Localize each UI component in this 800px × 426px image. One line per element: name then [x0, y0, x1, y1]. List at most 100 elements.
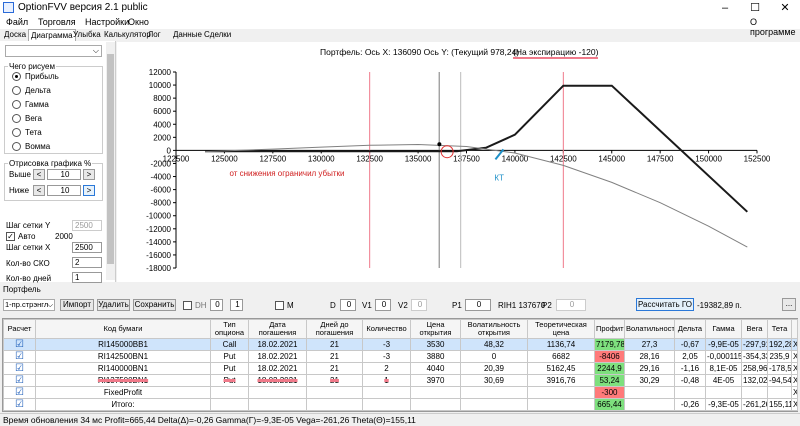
col-type[interactable]: Тип опциона	[210, 319, 249, 339]
col-delta[interactable]: Дельта	[674, 319, 706, 339]
tab-deals[interactable]: Сделки	[202, 29, 233, 41]
grid-x-input[interactable]: 2500	[72, 242, 102, 253]
left-panel-scrollbar[interactable]	[106, 42, 115, 280]
remove-row-button[interactable]: X	[791, 350, 798, 363]
calc-checkbox[interactable]: ☑	[3, 386, 36, 399]
days-input[interactable]: 1	[72, 272, 102, 283]
col-theor[interactable]: Теоретическая цена	[527, 319, 595, 339]
scroll-thumb[interactable]	[107, 54, 114, 264]
remove-row-button[interactable]: X	[791, 362, 798, 375]
radio-theta[interactable]	[12, 128, 21, 137]
chart-area: 12000 10000 8000 6000 4000 2000 0 -2000 -4000 -60…	[117, 42, 800, 282]
radio-vega[interactable]	[12, 114, 21, 123]
dh-input-1[interactable]: 0	[210, 299, 223, 311]
theor-cell: 1136,74	[527, 338, 595, 351]
menu-settings[interactable]: Настройки	[85, 17, 129, 27]
tab-data[interactable]: Данные	[171, 29, 204, 41]
x-tick-label: 122500	[163, 154, 190, 163]
v2-input[interactable]: 0	[411, 299, 427, 311]
calculate-go-button[interactable]: Рассчитать ГО	[636, 298, 694, 311]
below-decrease-button[interactable]: <	[33, 185, 45, 196]
table-row[interactable]: ☑ RI145000BB1 Call 18.02.2021 21 -3 3530 48,32 1…	[3, 338, 798, 351]
col-vol-open[interactable]: Волатильность открытия	[460, 319, 528, 339]
close-button[interactable]: ✕	[770, 0, 800, 16]
dh-input-2[interactable]: 1	[230, 299, 243, 311]
gamma-cell: -0,000115	[705, 350, 742, 363]
vega-cell: -297,91	[741, 338, 768, 351]
calc-checkbox[interactable]: ☑	[3, 398, 36, 411]
strategy-select[interactable]: 1-пр.стрэнгл ⌵	[3, 299, 55, 311]
date-cell	[248, 386, 307, 399]
v1-input[interactable]: 0	[375, 299, 391, 311]
p2-label: P2	[542, 301, 552, 310]
table-row[interactable]: ☑ RI140000BN1 Put 18.02.2021 21 2 4040 20,39 516…	[3, 362, 798, 375]
col-date[interactable]: Дата погашения	[248, 319, 307, 339]
price-cell: 3970	[410, 374, 461, 387]
current-point-marker	[437, 142, 442, 147]
d-input[interactable]: 0	[340, 299, 356, 311]
below-increase-button[interactable]: >	[83, 185, 95, 196]
below-input[interactable]: 10	[47, 185, 81, 196]
menu-trade[interactable]: Торговля	[38, 17, 76, 27]
m-checkbox[interactable]	[275, 301, 284, 310]
above-increase-button[interactable]: >	[83, 169, 95, 180]
sko-input[interactable]: 2	[72, 257, 102, 268]
remove-row-button[interactable]: X	[791, 374, 798, 387]
code-cell: RI145000BB1	[35, 338, 211, 351]
tab-diagram[interactable]: Диаграмма	[28, 29, 76, 41]
radio-profit[interactable]	[12, 72, 21, 81]
above-input[interactable]: 10	[47, 169, 81, 180]
table-row[interactable]: ☑FixedProfit -300 X	[3, 386, 798, 399]
days-cell	[306, 386, 363, 399]
y-tick-label: -18000	[146, 264, 171, 273]
portfolio-combo[interactable]: ⌵	[5, 45, 102, 57]
p2-input[interactable]: 0	[556, 299, 586, 311]
col-vega[interactable]: Вега	[741, 319, 768, 339]
radio-gamma[interactable]	[12, 100, 21, 109]
y-tick-label: -10000	[146, 212, 171, 221]
maximize-button[interactable]: ☐	[740, 0, 770, 16]
col-price[interactable]: Цена открытия	[410, 319, 461, 339]
menu-file[interactable]: Файл	[6, 17, 28, 27]
calc-checkbox[interactable]: ☑	[3, 362, 36, 375]
table-row[interactable]: ☑Итого: 665,44 -0,26-9,3E-05-261,26155,11X	[3, 398, 798, 411]
menu-window[interactable]: Окно	[128, 17, 149, 27]
dh-checkbox[interactable]	[183, 301, 192, 310]
radio-vega-label: Вега	[25, 114, 42, 123]
type-cell: Put	[210, 374, 249, 387]
radio-vomma[interactable]	[12, 142, 21, 151]
col-days[interactable]: Дней до погашения	[306, 319, 363, 339]
above-decrease-button[interactable]: <	[33, 169, 45, 180]
tab-smile[interactable]: Улыбка	[71, 29, 103, 41]
date-cell: 18.02.2021	[248, 374, 307, 387]
gamma-cell: 8,1E-05	[705, 362, 742, 375]
code-cell: RI140000BN1	[35, 362, 211, 375]
more-button[interactable]: ...	[782, 298, 796, 311]
grid-y-input[interactable]: 2500	[72, 220, 102, 231]
import-button[interactable]: Импорт	[60, 299, 94, 311]
col-vol[interactable]: Волатильность	[624, 319, 675, 339]
remove-row-button[interactable]: X	[791, 386, 798, 399]
calc-checkbox[interactable]: ☑	[3, 374, 36, 387]
p1-input[interactable]: 0	[465, 299, 491, 311]
delete-button[interactable]: Удалить	[97, 299, 130, 311]
qty-cell: 2	[362, 362, 411, 375]
col-calc[interactable]: Расчет	[3, 319, 36, 339]
minimize-button[interactable]: –	[710, 0, 740, 16]
tab-log[interactable]: Лог	[146, 29, 163, 41]
auto-checkbox[interactable]: ✓	[6, 232, 15, 241]
col-profit[interactable]: Профит	[594, 319, 625, 339]
tab-board[interactable]: Доска	[2, 29, 28, 41]
remove-row-button[interactable]: X	[791, 338, 798, 351]
save-button[interactable]: Сохранить	[133, 299, 176, 311]
radio-delta[interactable]	[12, 86, 21, 95]
calc-checkbox[interactable]: ☑	[3, 350, 36, 363]
col-qty[interactable]: Количество	[362, 319, 411, 339]
table-row[interactable]: ☑ RI142500BN1 Put 18.02.2021 21 -3 3880 0 6682 -8…	[3, 350, 798, 363]
calc-checkbox[interactable]: ☑	[3, 338, 36, 351]
col-gamma[interactable]: Гамма	[705, 319, 742, 339]
col-code[interactable]: Код бумаги	[35, 319, 211, 339]
table-row[interactable]: ☑ RI137500BN1 Put 18.02.2021 21 1 3970 30,69 391…	[3, 374, 798, 387]
remove-row-button[interactable]: X	[791, 398, 798, 411]
col-theta[interactable]: Тета	[767, 319, 792, 339]
